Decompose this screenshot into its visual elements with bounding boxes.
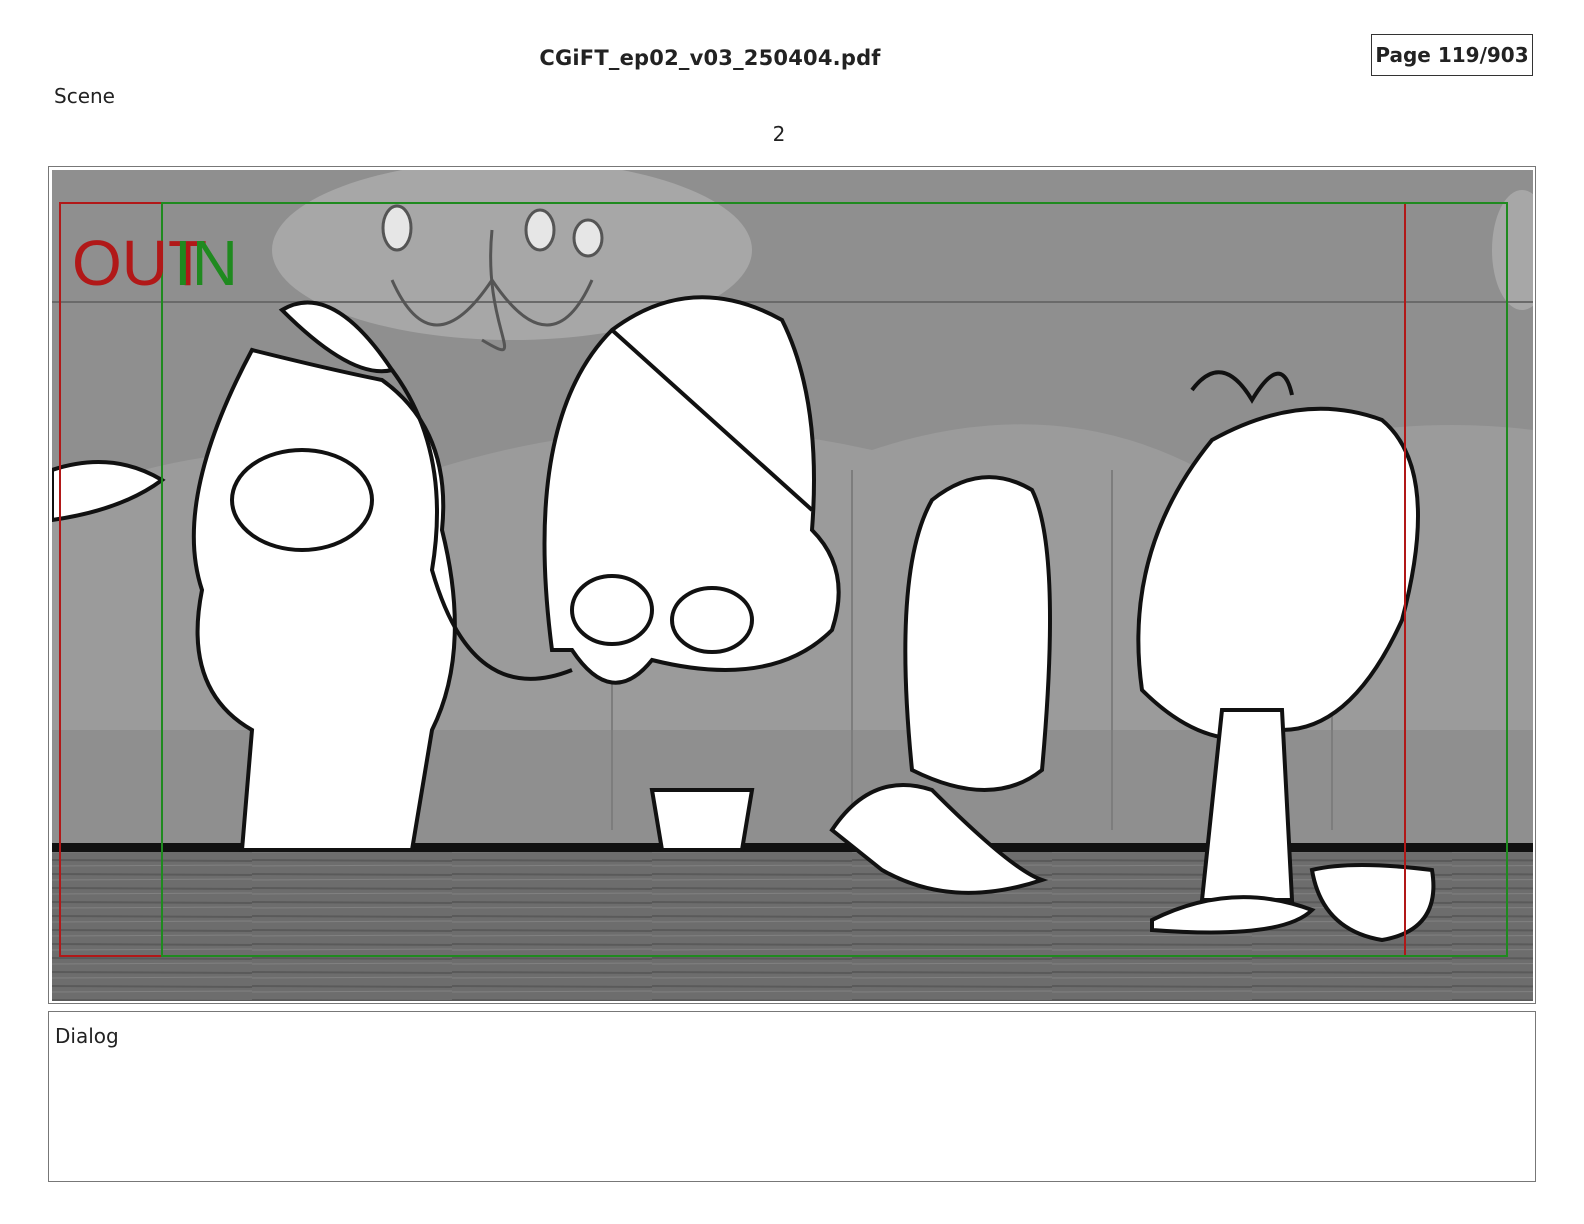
file-title: CGiFT_ep02_v03_250404.pdf bbox=[539, 46, 881, 70]
in-marker: IN bbox=[174, 227, 238, 299]
storyboard-panel: OUT IN bbox=[48, 166, 1536, 1004]
scene-number: 2 bbox=[772, 122, 786, 146]
dialog-box: Dialog bbox=[48, 1011, 1536, 1182]
scene-label: Scene bbox=[54, 84, 115, 108]
panel-artwork: OUT IN bbox=[52, 170, 1533, 1001]
page-indicator: Page 119/903 bbox=[1371, 34, 1533, 76]
dialog-label: Dialog bbox=[55, 1024, 119, 1048]
